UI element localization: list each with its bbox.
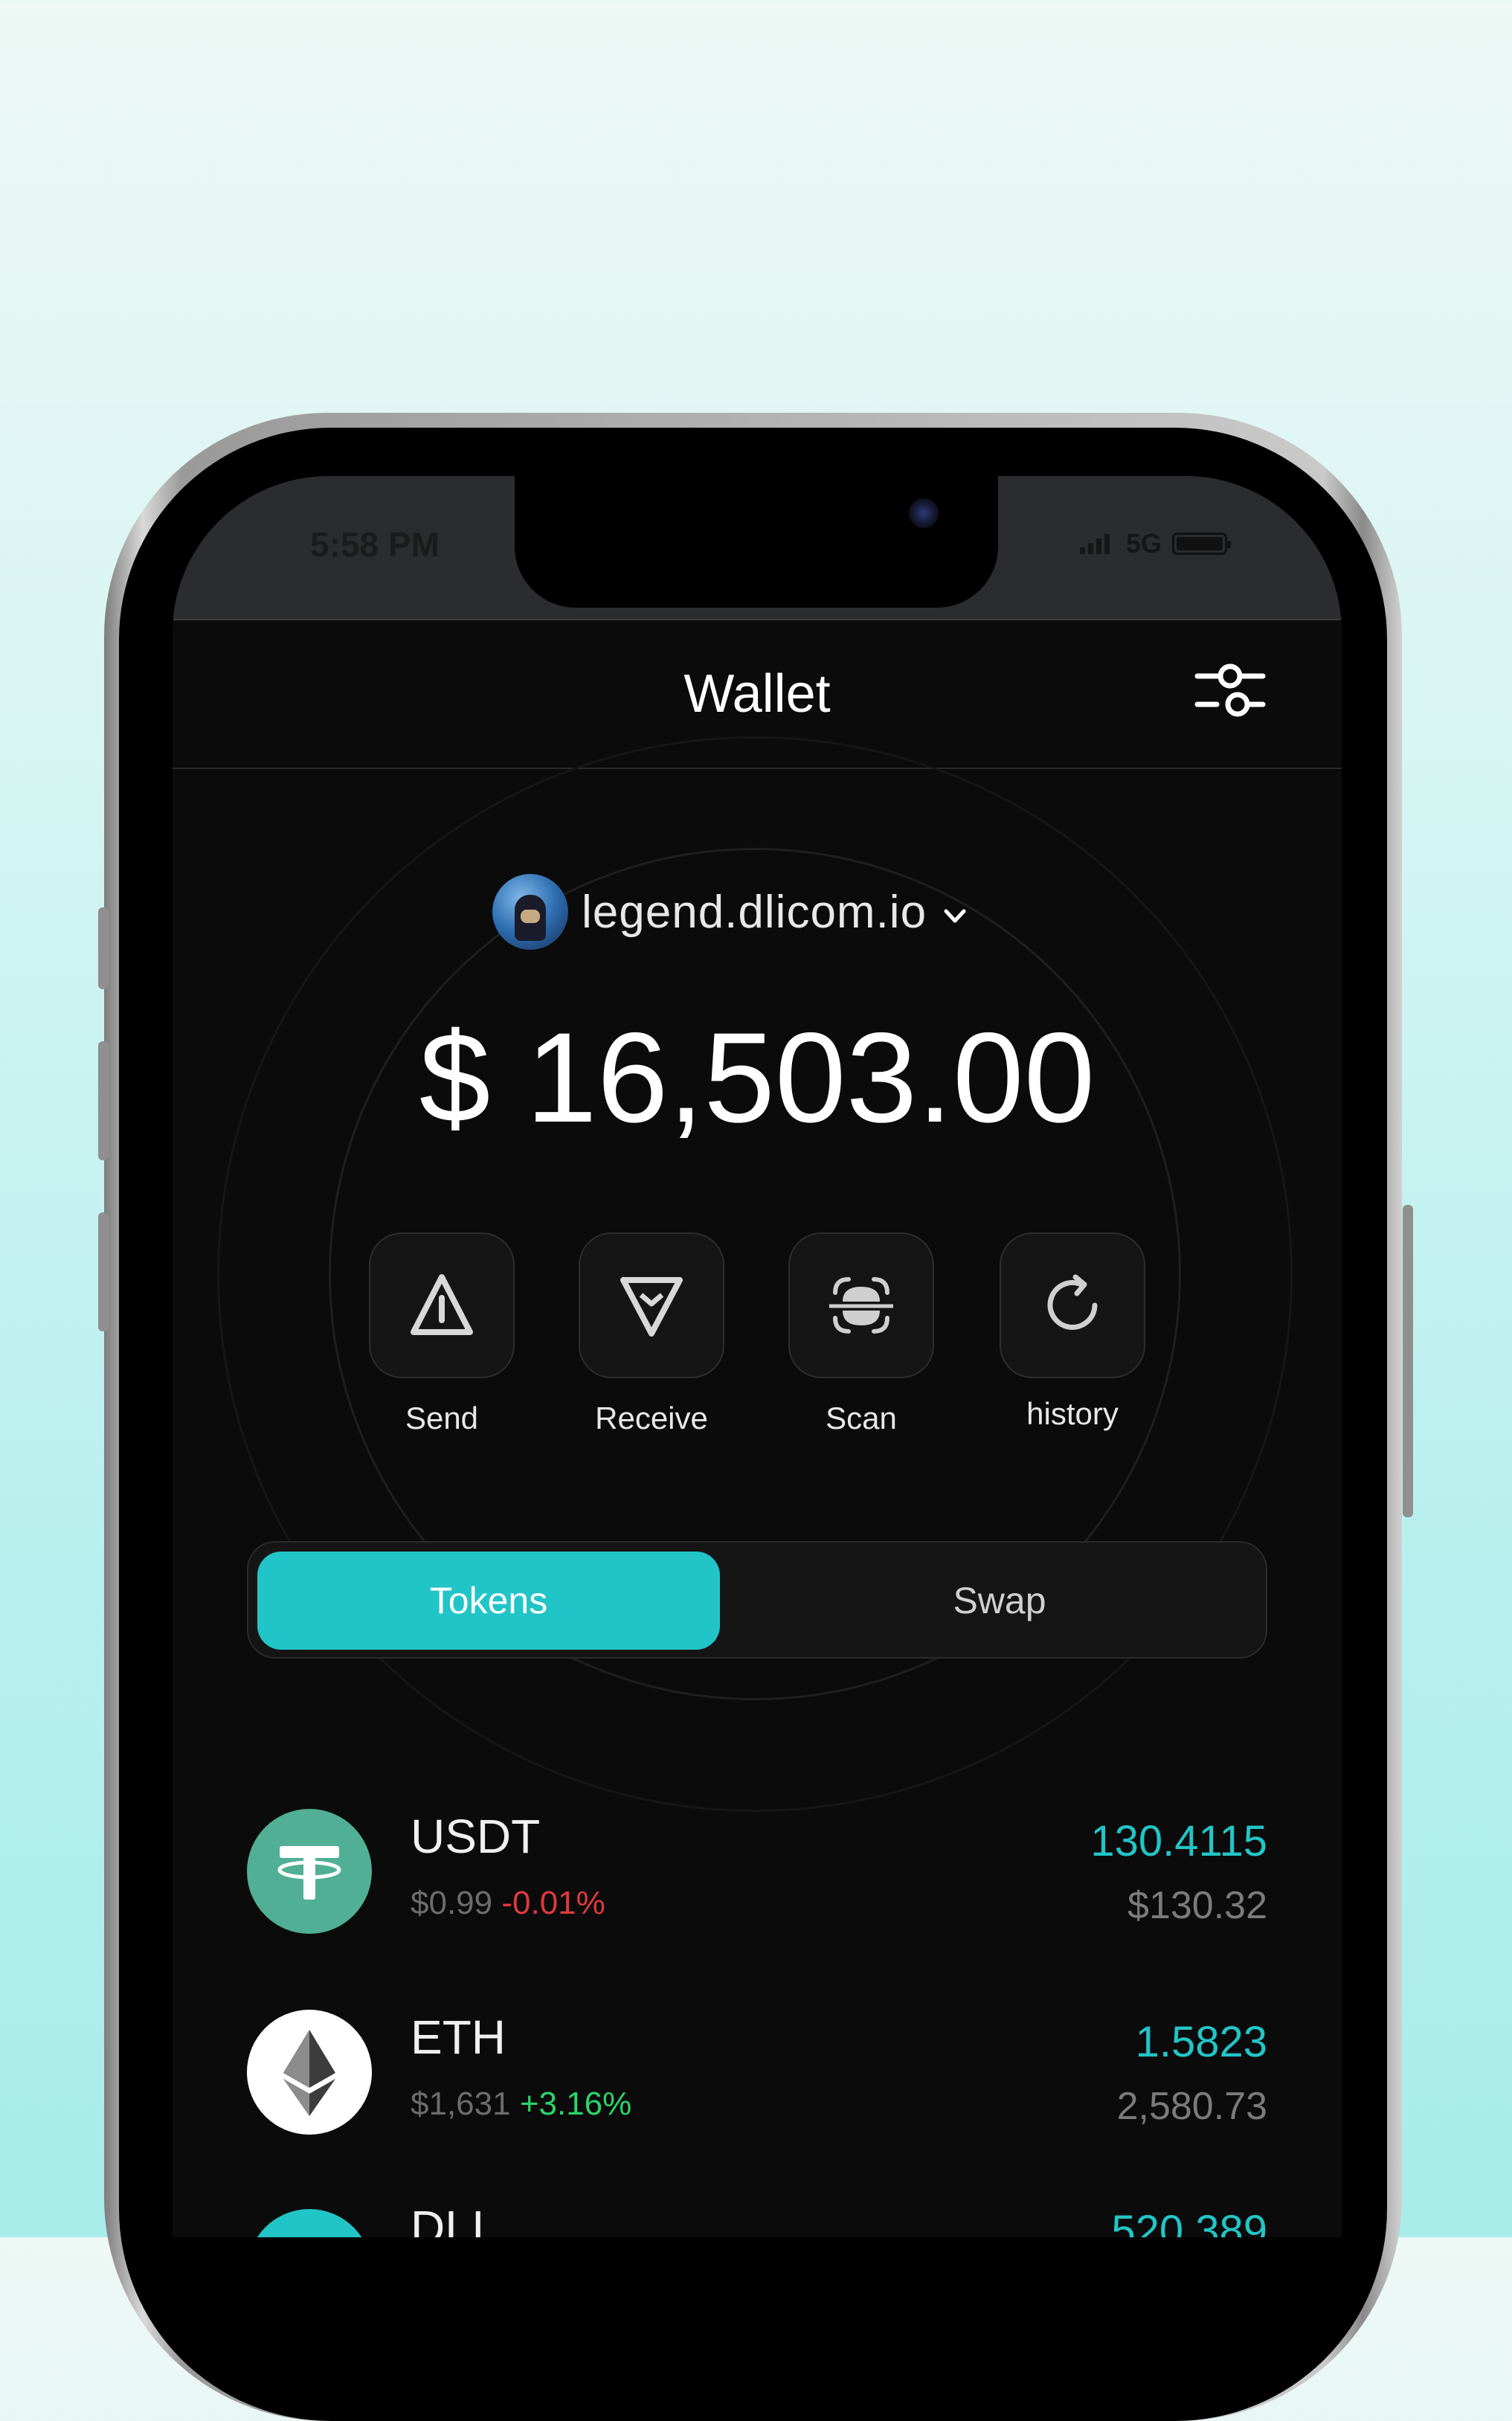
settings-button[interactable]: [1191, 654, 1273, 728]
token-change: +3.16%: [519, 2086, 632, 2122]
usdt-icon: [247, 1809, 372, 1934]
history-button[interactable]: history: [998, 1232, 1147, 1432]
status-indicators: 5G: [1078, 528, 1232, 559]
front-camera: [909, 498, 939, 528]
send-label: Send: [405, 1401, 479, 1435]
token-amount: 1.5823: [1135, 2018, 1267, 2066]
dli-icon: [247, 2209, 372, 2237]
chevron-down-icon: [944, 909, 966, 923]
signal-icon: [1080, 534, 1110, 554]
status-bar: 5:58 PM 5G: [173, 476, 1342, 619]
token-amount: 130.4115: [1090, 1817, 1267, 1865]
eth-icon: [247, 2010, 372, 2135]
token-row-dli[interactable]: DLI 520.389: [247, 2201, 1267, 2237]
phone-silent-switch: [98, 907, 109, 989]
tab-swap[interactable]: Swap: [739, 1552, 1260, 1650]
avatar: [492, 874, 568, 950]
tab-tokens[interactable]: Tokens: [257, 1552, 720, 1650]
status-time: 5:58 PM: [310, 525, 440, 564]
token-price-line: $0.99 -0.01%: [411, 1885, 605, 1922]
receive-button-tile[interactable]: [579, 1232, 724, 1378]
token-amount: 520.389: [1111, 2207, 1267, 2237]
token-change: -0.01%: [501, 1885, 605, 1921]
history-button-tile[interactable]: [1000, 1232, 1145, 1378]
sliders-icon: [1194, 663, 1266, 717]
token-price-line: $1,631 +3.16%: [411, 2086, 631, 2123]
token-price: $1,631: [411, 2086, 511, 2122]
camera-notch: [515, 476, 998, 608]
history-label: history: [1026, 1396, 1119, 1431]
battery-icon: [1172, 533, 1232, 555]
token-symbol: ETH: [411, 2010, 506, 2064]
token-symbol: DLI: [411, 2201, 485, 2237]
token-price: $0.99: [411, 1885, 493, 1921]
receive-label: Receive: [595, 1401, 708, 1435]
send-button[interactable]: Send: [367, 1232, 516, 1436]
scan-button[interactable]: Scan: [787, 1232, 936, 1436]
scan-label: Scan: [826, 1401, 897, 1435]
account-name: legend.dlicom.io: [582, 886, 927, 938]
token-value: $130.32: [1127, 1884, 1267, 1927]
scan-icon: [829, 1277, 893, 1334]
token-value: 2,580.73: [1116, 2085, 1267, 2128]
phone-power-button: [1403, 1205, 1413, 1517]
scan-button-tile[interactable]: [788, 1232, 934, 1378]
account-selector[interactable]: legend.dlicom.io: [492, 874, 970, 950]
token-row-eth[interactable]: ETH $1,631 +3.16% 1.5823 2,580.73: [247, 2010, 1267, 2136]
history-icon: [1047, 1274, 1098, 1330]
send-icon: [411, 1274, 473, 1335]
page-title: Wallet: [683, 664, 831, 724]
token-row-usdt[interactable]: USDT $0.99 -0.01% 130.4115 $130.32: [247, 1809, 1267, 1935]
receive-icon: [620, 1277, 683, 1337]
network-type: 5G: [1126, 528, 1162, 559]
phone-volume-down-button: [98, 1212, 109, 1331]
receive-button[interactable]: Receive: [577, 1232, 726, 1436]
token-symbol: USDT: [411, 1810, 541, 1863]
phone-screen: 5:58 PM 5G Wallet legend.dlicom.io $ 16,…: [173, 476, 1342, 2237]
phone-volume-up-button: [98, 1041, 109, 1160]
total-balance: $ 16,503.00: [419, 1006, 1096, 1149]
send-button-tile[interactable]: [369, 1232, 515, 1378]
tabs: Tokens Swap: [247, 1541, 1267, 1659]
